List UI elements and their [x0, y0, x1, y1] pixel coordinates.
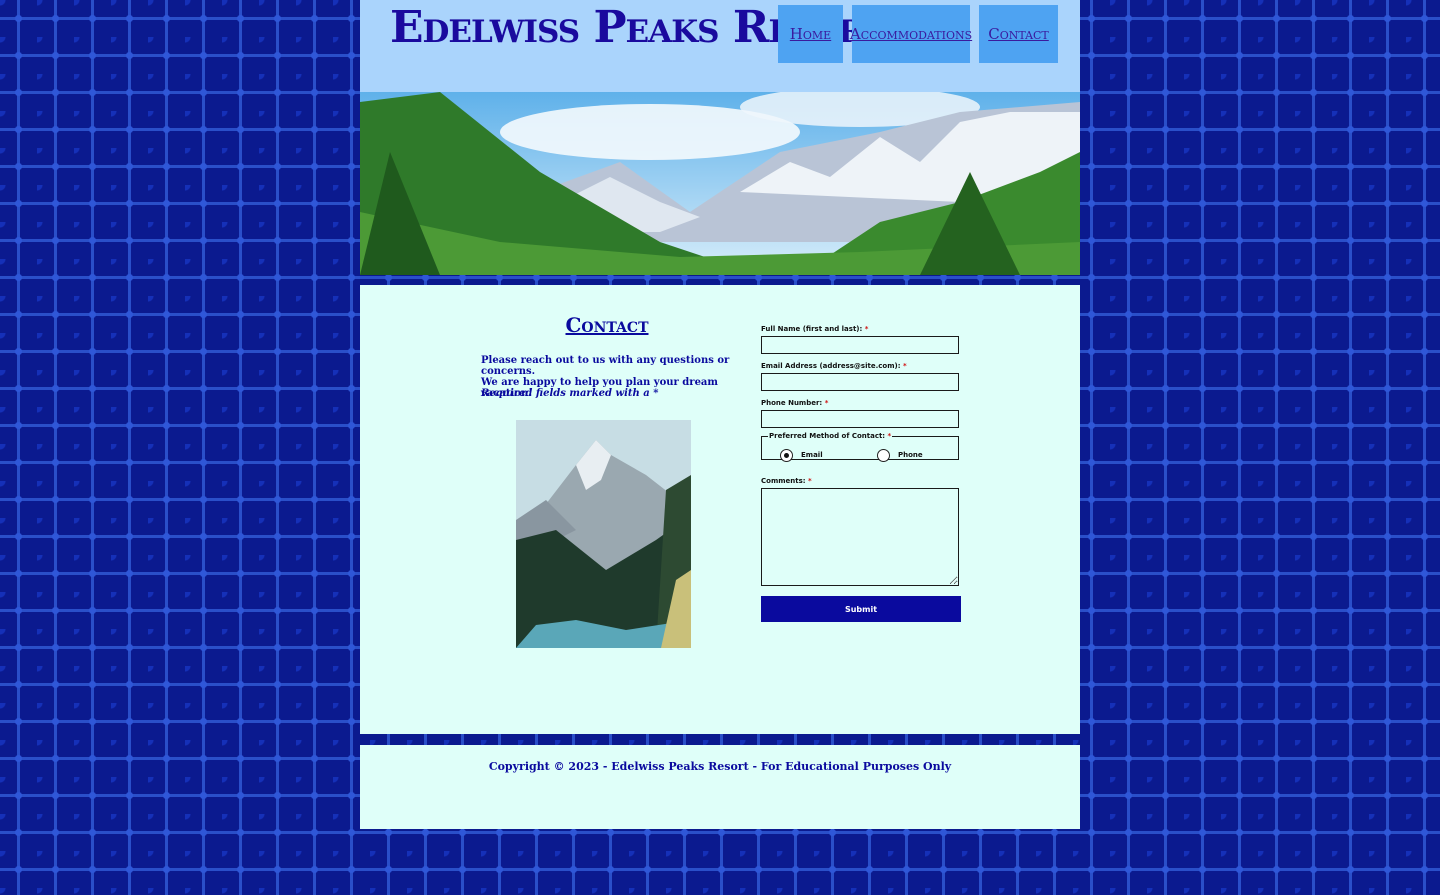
site-header: Edelwiss Peaks Resort Home Accommodation…: [360, 0, 1080, 92]
radio-phone-label: Phone: [898, 451, 923, 459]
contact-method-label-text: Preferred Method of Contact:: [769, 432, 886, 440]
nav-home[interactable]: Home: [778, 5, 843, 63]
required-note: Required fields marked with a *: [481, 388, 659, 399]
email-label: Email Address (address@site.com): *: [761, 362, 907, 370]
required-star: *: [902, 362, 907, 370]
contact-method-fieldset: Preferred Method of Contact: * Email Pho…: [761, 432, 959, 462]
required-star: *: [808, 477, 812, 485]
copyright-text: Copyright © 2023 - Edelwiss Peaks Resort…: [488, 760, 952, 773]
full-name-input[interactable]: [761, 336, 959, 354]
comments-label-text: Comments:: [761, 477, 806, 485]
email-label-text: Email Address (address@site.com):: [761, 362, 901, 370]
main-nav: Home Accommodations Contact: [778, 5, 1058, 63]
submit-button[interactable]: Submit: [761, 596, 961, 622]
phone-label: Phone Number: *: [761, 399, 828, 407]
phone-input[interactable]: [761, 410, 959, 428]
radio-email-label: Email: [801, 451, 823, 459]
email-input[interactable]: [761, 373, 959, 391]
comments-label: Comments: *: [761, 477, 812, 485]
full-name-label-text: Full Name (first and last):: [761, 325, 863, 333]
full-name-label: Full Name (first and last): *: [761, 325, 868, 333]
nav-accommodations[interactable]: Accommodations: [850, 5, 972, 63]
required-star: *: [824, 399, 829, 407]
radio-email[interactable]: [780, 449, 793, 462]
phone-label-text: Phone Number:: [761, 399, 823, 407]
nav-contact[interactable]: Contact: [979, 5, 1058, 63]
required-star: *: [887, 432, 892, 440]
comments-textarea[interactable]: [761, 488, 959, 586]
radio-phone[interactable]: [877, 449, 890, 462]
contact-method-legend: Preferred Method of Contact: *: [768, 432, 892, 440]
intro-line-1: Please reach out to us with any question…: [481, 355, 730, 377]
main-content: Contact Please reach out to us with any …: [360, 285, 1080, 734]
mountain-photo: [516, 420, 691, 648]
hero-mountain-image: [360, 92, 1080, 275]
required-star: *: [864, 325, 869, 333]
site-footer: Copyright © 2023 - Edelwiss Peaks Resort…: [360, 745, 1080, 829]
